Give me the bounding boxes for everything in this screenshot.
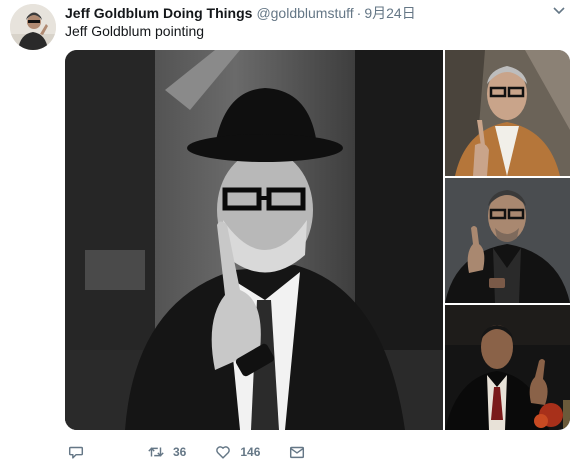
heart-icon	[216, 446, 231, 459]
man-in-tan-jacket-pointing-icon	[445, 50, 570, 176]
tweet-header: Jeff Goldblum Doing Things @goldblumstuf…	[65, 3, 551, 23]
tweet-text: Jeff Goldblum pointing	[65, 23, 205, 39]
photo-main[interactable]	[65, 50, 443, 430]
reply-icon	[68, 446, 84, 459]
retweet-count: 36	[173, 445, 187, 459]
photo-3[interactable]	[445, 178, 570, 303]
separator-dot: ·	[356, 5, 362, 21]
retweet-icon	[148, 447, 164, 457]
author-name[interactable]: Jeff Goldblum Doing Things	[65, 5, 252, 21]
like-button[interactable]: 146	[214, 443, 260, 461]
avatar-photo-icon	[10, 4, 56, 50]
tweet-timestamp[interactable]: 9月24日	[364, 3, 415, 23]
man-in-leather-jacket-pointing-icon	[445, 178, 570, 303]
like-count: 146	[240, 445, 261, 459]
media-grid	[65, 50, 570, 430]
man-in-suit-pointing-icon	[445, 305, 570, 430]
author-handle[interactable]: @goldblumstuff	[256, 5, 353, 21]
author-avatar[interactable]	[10, 4, 56, 50]
photo-4[interactable]	[445, 305, 570, 430]
envelope-icon	[290, 446, 305, 459]
chevron-down-icon	[553, 7, 565, 15]
retweet-button[interactable]: 36	[147, 443, 186, 461]
photo-2[interactable]	[445, 50, 570, 176]
tweet-actions: 36 146	[65, 440, 365, 464]
more-options-button[interactable]	[551, 2, 567, 18]
reply-button[interactable]	[67, 443, 85, 461]
man-in-hat-pointing-icon	[65, 50, 443, 430]
direct-message-button[interactable]	[288, 443, 306, 461]
